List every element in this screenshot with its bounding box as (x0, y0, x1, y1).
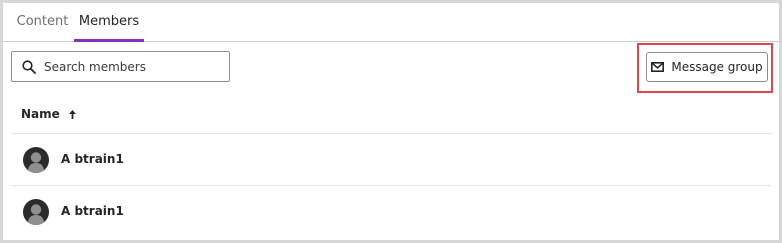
column-header-name[interactable]: Name (21, 104, 76, 124)
tab-bar: Content Members (3, 3, 779, 42)
tab-members[interactable]: Members (74, 3, 144, 42)
column-header-label: Name (21, 107, 60, 121)
members-panel: Content Members Message group Name A btr (3, 3, 779, 240)
sort-ascending-icon (68, 109, 76, 119)
search-input[interactable] (44, 59, 214, 74)
mail-icon (651, 62, 665, 72)
table-row: A btrain1 (11, 133, 771, 185)
member-name[interactable]: A btrain1 (61, 134, 124, 186)
avatar-icon (23, 147, 49, 173)
message-group-button[interactable]: Message group (646, 52, 768, 82)
member-name[interactable]: A btrain1 (61, 186, 124, 238)
search-field[interactable] (11, 51, 230, 82)
table-row: A btrain1 (11, 185, 771, 237)
tab-content[interactable]: Content (15, 3, 70, 41)
search-icon (22, 59, 36, 74)
avatar-icon (23, 199, 49, 225)
message-group-label: Message group (671, 60, 763, 74)
